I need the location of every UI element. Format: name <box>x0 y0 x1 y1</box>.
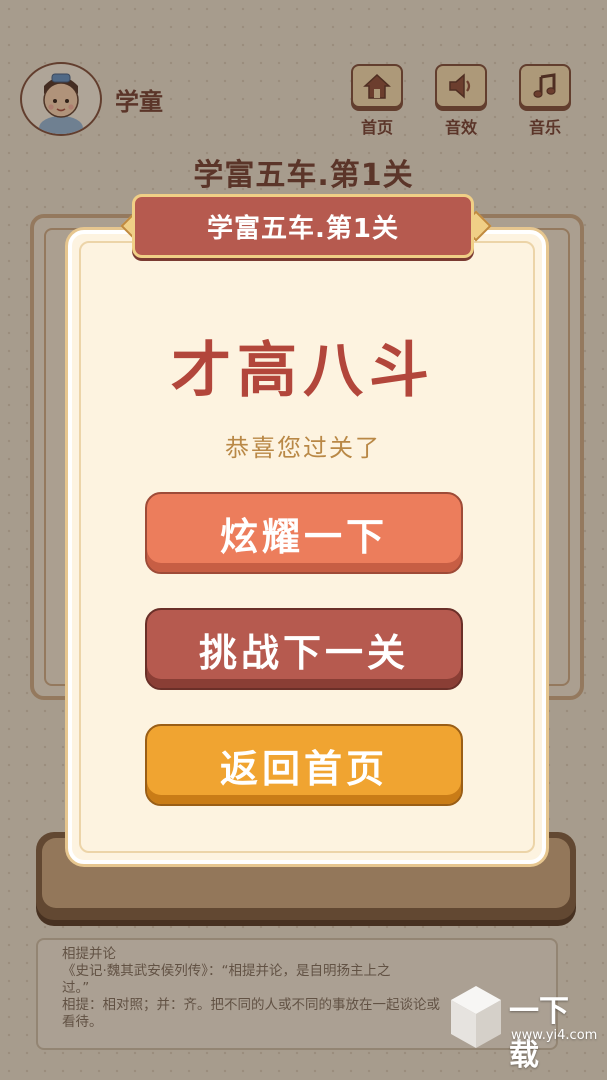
dialog-banner: 学富五车.第1关 <box>132 194 474 258</box>
dialog-banner-title: 学富五车.第1关 <box>207 213 399 244</box>
next-level-button[interactable]: 挑战下一关 <box>145 608 463 690</box>
return-home-button[interactable]: 返回首页 <box>145 724 463 806</box>
watermark-url: www.yi4.com <box>511 1028 598 1043</box>
watermark: 一下载 www.yi4.com <box>447 980 598 1073</box>
show-off-button[interactable]: 炫耀一下 <box>145 492 463 574</box>
cube-logo-icon <box>451 986 501 1048</box>
congrats-message: 恭喜您过关了 <box>225 434 381 462</box>
rank-title: 才高八斗 <box>171 336 435 406</box>
